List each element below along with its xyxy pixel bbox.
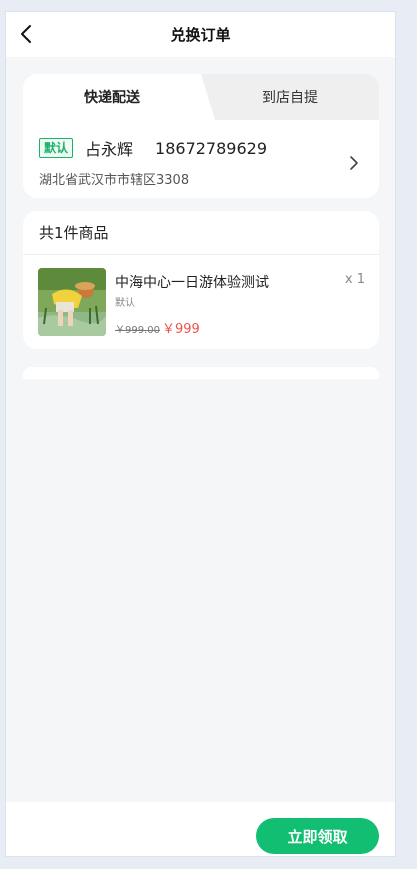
goods-card: 共1件商品 中海中心一日游体验测试 x 1 默认 ￥999.00 ￥999 xyxy=(23,211,379,349)
tab-express-delivery[interactable]: 快递配送 xyxy=(23,74,201,120)
app-screen: 兑换订单 快递配送 到店自提 默认 占永辉 18672789629 湖北省武汉市… xyxy=(5,11,396,857)
page-title: 兑换订单 xyxy=(170,26,231,44)
recipient-name: 占永辉 xyxy=(85,140,134,159)
navbar: 兑换订单 xyxy=(6,12,395,57)
recipient-phone: 18672789629 xyxy=(155,138,268,158)
exchange-price: ￥999 xyxy=(162,322,200,337)
goods-spec: 默认 xyxy=(115,298,135,309)
tab-store-pickup[interactable]: 到店自提 xyxy=(201,74,379,120)
claim-button[interactable]: 立即领取 xyxy=(256,818,379,854)
goods-name: 中海中心一日游体验测试 xyxy=(115,275,269,291)
back-button[interactable] xyxy=(14,22,38,46)
goods-item[interactable]: 中海中心一日游体验测试 x 1 默认 ￥999.00 ￥999 xyxy=(23,255,379,349)
product-image xyxy=(38,268,106,336)
address-detail: 湖北省武汉市市辖区3308 xyxy=(39,173,190,188)
address-selector[interactable]: 默认 占永辉 18672789629 湖北省武汉市市辖区3308 xyxy=(23,120,379,198)
chevron-left-icon xyxy=(21,25,31,43)
original-price: ￥999.00 xyxy=(115,325,160,336)
address-card: 快递配送 到店自提 默认 占永辉 18672789629 湖北省武汉市市辖区33… xyxy=(23,74,379,198)
remark-card xyxy=(23,367,379,379)
address-contact-row: 默认 占永辉 18672789629 xyxy=(39,136,363,160)
goods-quantity: x 1 xyxy=(344,272,365,287)
chevron-right-icon xyxy=(350,156,358,170)
goods-count: 共1件商品 xyxy=(23,211,379,255)
footer-bar: 立即领取 xyxy=(6,802,395,856)
delivery-tabs: 快递配送 到店自提 xyxy=(23,74,379,120)
default-badge: 默认 xyxy=(39,138,74,158)
